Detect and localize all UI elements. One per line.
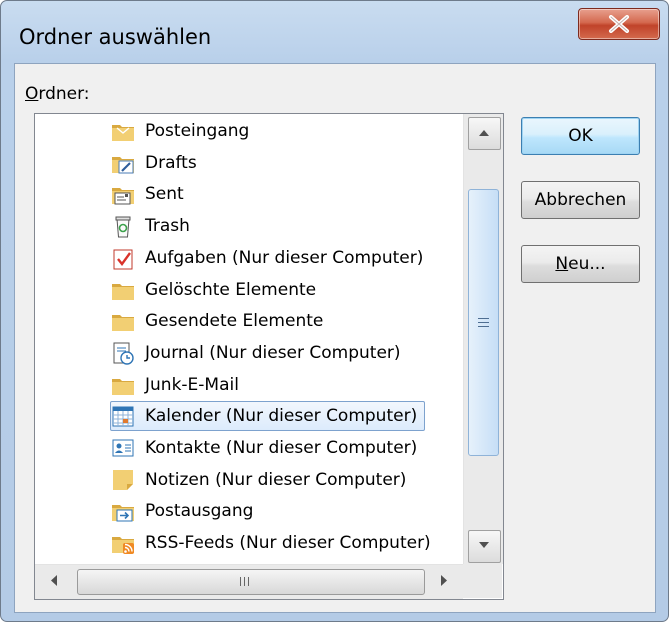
folder-item[interactable]: Gelöschte Elemente <box>111 275 316 305</box>
arrow-up-icon <box>479 130 489 136</box>
folder-item[interactable]: Aufgaben (Nur dieser Computer) <box>111 243 423 273</box>
folder-icon <box>112 315 134 332</box>
folder-item[interactable]: Postausgang <box>111 496 253 526</box>
folder-item[interactable]: Trash <box>111 211 190 241</box>
folder-icon <box>112 283 134 300</box>
folder-item[interactable]: Drafts <box>111 148 197 178</box>
dialog-title: Ordner auswählen <box>19 25 212 49</box>
folder-item[interactable]: Kontakte (Nur dieser Computer) <box>111 433 417 463</box>
folder-item-label: RSS-Feeds (Nur dieser Computer) <box>145 533 431 554</box>
sent-folder-icon <box>112 188 134 205</box>
inbox-folder-icon <box>112 125 134 141</box>
horizontal-scroll-thumb[interactable] <box>77 569 425 595</box>
folder-item-label: Notizen (Nur dieser Computer) <box>145 469 407 490</box>
folder-item-label: Postausgang <box>145 501 254 522</box>
folder-item-label: Junk-E-Mail <box>145 374 239 395</box>
thumb-grip <box>478 318 489 330</box>
folder-label: Ordner: <box>25 84 90 104</box>
folder-item[interactable]: Gesendete Elemente <box>111 306 323 336</box>
folder-item-label: Aufgaben (Nur dieser Computer) <box>145 247 424 268</box>
rss-folder-icon <box>112 537 134 555</box>
folder-item[interactable]: Notizen (Nur dieser Computer) <box>111 465 406 495</box>
trash-icon <box>115 216 131 238</box>
folder-icon <box>112 378 134 395</box>
scrollbar-corner <box>463 564 502 598</box>
folder-item-label: Kontakte (Nur dieser Computer) <box>145 438 418 458</box>
folder-item[interactable]: RSS-Feeds (Nur dieser Computer) <box>111 528 431 558</box>
folder-item[interactable]: Sent <box>111 179 184 209</box>
close-button[interactable] <box>578 8 660 40</box>
folder-item[interactable]: Journal (Nur dieser Computer) <box>111 338 401 368</box>
folder-item[interactable]: Kalender (Nur dieser Computer) <box>110 401 426 432</box>
thumb-grip <box>240 577 254 586</box>
scroll-up-button[interactable] <box>468 117 501 150</box>
contacts-icon <box>112 439 134 457</box>
vertical-scroll-thumb[interactable] <box>468 189 499 456</box>
select-folder-dialog: Ordner auswählen Ordner: Posteingang Draf… <box>0 0 669 622</box>
folder-item[interactable]: Junk-E-Mail <box>111 370 239 400</box>
folder-item-label: Drafts <box>145 152 197 173</box>
new-folder-button[interactable]: Neu... <box>521 245 640 283</box>
folder-item-label: Posteingang <box>145 121 250 141</box>
folder-item-label: Sent <box>145 184 184 205</box>
folder-item-label: Kalender (Nur dieser Computer) <box>145 406 418 427</box>
dialog-body: Ordner: Posteingang Drafts Sent Trash Aufgab… <box>14 63 656 613</box>
vertical-scrollbar[interactable] <box>463 114 503 564</box>
folder-item-label: Gesendete Elemente <box>145 311 324 332</box>
calendar-icon <box>112 406 134 427</box>
notes-icon <box>113 469 133 490</box>
scroll-down-button[interactable] <box>468 530 501 563</box>
ok-button[interactable]: OK <box>521 117 640 155</box>
folder-item-label: Trash <box>145 216 190 237</box>
outbox-folder-icon <box>112 505 134 522</box>
horizontal-scrollbar[interactable] <box>35 564 463 599</box>
folder-item-label: Journal (Nur dieser Computer) <box>145 342 401 363</box>
scroll-left-icon[interactable] <box>49 574 58 587</box>
folder-tree[interactable]: Posteingang Drafts Sent Trash Aufgaben (Nur … <box>34 113 504 600</box>
folder-item[interactable]: Posteingang <box>111 116 249 146</box>
cancel-button[interactable]: Abbrechen <box>521 181 640 219</box>
close-icon <box>609 15 629 33</box>
arrow-down-icon <box>479 542 489 548</box>
folder-item-label: Gelöschte Elemente <box>145 279 317 300</box>
tasks-icon <box>113 249 133 270</box>
title-bar[interactable]: Ordner auswählen <box>1 1 668 63</box>
scroll-right-icon[interactable] <box>440 574 449 587</box>
drafts-folder-icon <box>112 156 134 174</box>
journal-icon <box>113 342 134 365</box>
folder-list: Posteingang Drafts Sent Trash Aufgaben (Nur … <box>35 114 463 564</box>
